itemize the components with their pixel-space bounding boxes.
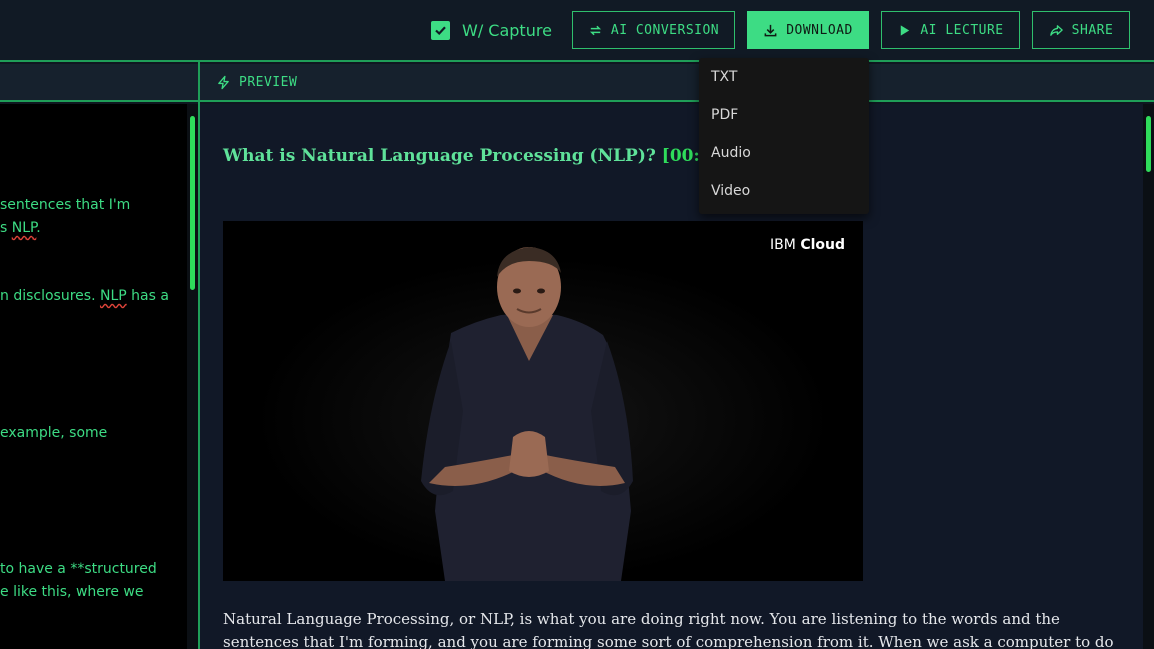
preview-pane: What is Natural Language Processing (NLP… [200, 104, 1143, 649]
download-menu: TXT PDF Audio Video [699, 58, 869, 214]
ai-lecture-label: AI LECTURE [920, 22, 1004, 38]
transcript-editor[interactable]: sentences that I'm s NLP. n disclosures.… [0, 104, 187, 649]
editor-header [0, 64, 198, 102]
capture-label: W/ Capture [462, 20, 552, 40]
section-title: What is Natural Language Processing (NLP… [223, 146, 742, 166]
video-watermark: IBM Cloud [770, 237, 845, 253]
play-icon [901, 24, 910, 36]
transcript-paragraph: Natural Language Processing, or NLP, is … [223, 610, 1114, 649]
ai-lecture-button[interactable]: AI LECTURE [881, 11, 1020, 49]
editor-line: example, some [0, 425, 108, 441]
download-icon [764, 24, 777, 36]
download-pdf-option[interactable]: PDF [711, 107, 738, 123]
share-label: SHARE [1071, 22, 1114, 38]
preview-header: PREVIEW [200, 64, 1154, 102]
lightning-icon [218, 75, 229, 89]
ai-conversion-button[interactable]: AI CONVERSION [572, 11, 735, 49]
video-player[interactable]: IBM Cloud [223, 221, 863, 581]
ai-conversion-label: AI CONVERSION [610, 22, 720, 38]
preview-scrollbar[interactable] [1143, 104, 1154, 649]
editor-line: to have a **structured [0, 561, 157, 577]
editor-scroll-thumb[interactable] [190, 116, 195, 290]
editor-line: e like this, where we [0, 584, 144, 600]
editor-line: n disclosures. NLP has a [0, 288, 169, 304]
checkmark-icon [435, 25, 446, 35]
swap-arrows-icon [589, 25, 601, 35]
editor-scrollbar[interactable] [187, 104, 198, 649]
spelling-error: NLP [11, 220, 37, 236]
capture-toggle[interactable]: W/ Capture [431, 20, 552, 40]
download-txt-option[interactable]: TXT [711, 69, 737, 85]
preview-label: PREVIEW [239, 74, 298, 90]
editor-line: s NLP. [0, 220, 41, 236]
preview-scroll-thumb[interactable] [1146, 116, 1151, 172]
editor-line: sentences that I'm [0, 197, 131, 213]
spelling-error: NLP [99, 288, 127, 304]
share-icon [1049, 24, 1063, 36]
download-label: DOWNLOAD [786, 22, 853, 38]
download-video-option[interactable]: Video [711, 183, 750, 199]
capture-checkbox[interactable] [431, 20, 450, 40]
download-button[interactable]: DOWNLOAD [747, 11, 869, 49]
top-toolbar: W/ Capture AI CONVERSION DOWNLOAD AI LEC… [0, 0, 1154, 62]
presenter-video-frame [223, 221, 863, 581]
share-button[interactable]: SHARE [1032, 11, 1130, 49]
download-audio-option[interactable]: Audio [711, 145, 751, 161]
